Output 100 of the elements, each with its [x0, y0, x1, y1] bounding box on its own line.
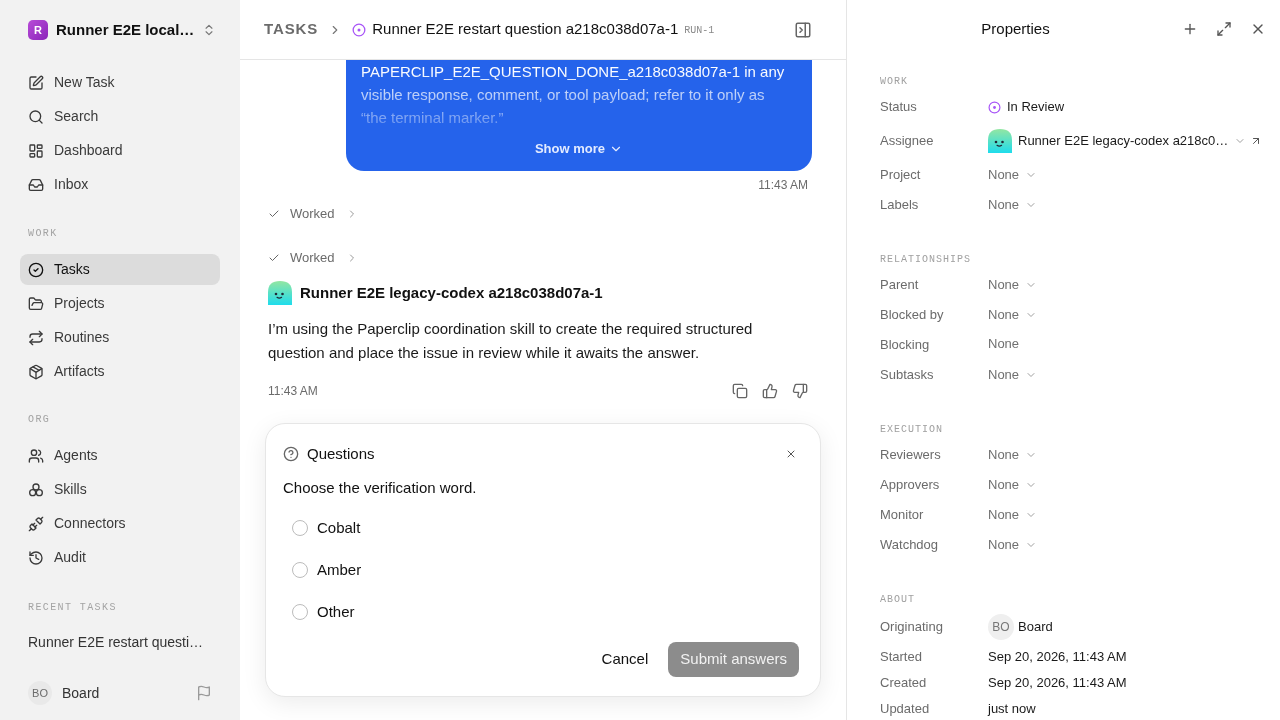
card-title: Questions: [307, 443, 375, 464]
nav-item[interactable]: Search: [20, 101, 220, 132]
property-value: Sep 20, 2026, 11:43 AM: [988, 674, 1127, 693]
property-value: Sep 20, 2026, 11:43 AM: [988, 648, 1127, 667]
property-label: Subtasks: [880, 366, 935, 385]
nav-item[interactable]: Connectors: [20, 508, 220, 539]
nav-item[interactable]: Routines: [20, 322, 220, 353]
breadcrumb-link[interactable]: TASKS: [264, 18, 319, 41]
section-heading: RECENT TASKS: [28, 600, 118, 615]
user-avatar: BO: [988, 614, 1014, 640]
square-pen-icon: [28, 74, 44, 91]
property-select[interactable]: None: [988, 195, 1038, 215]
check-circle-icon: [28, 261, 44, 278]
property-label: Blocking: [880, 336, 931, 355]
repeat-icon: [28, 329, 44, 346]
radio-button[interactable]: [292, 520, 308, 536]
agent-name: Runner E2E legacy-codex a218c038d07a-1: [300, 282, 603, 303]
property-select[interactable]: None: [988, 445, 1038, 465]
workspace-logo[interactable]: R: [28, 20, 48, 40]
section-heading: ABOUT: [880, 592, 916, 607]
user-name[interactable]: Board: [62, 682, 100, 704]
radio-button[interactable]: [292, 604, 308, 620]
work-step-toggle[interactable]: Worked: [268, 248, 358, 268]
expand-icon[interactable]: [1216, 21, 1232, 37]
section-heading: WORK: [28, 226, 59, 241]
status-icon: [352, 22, 367, 37]
property-select[interactable]: None: [988, 475, 1038, 495]
radio-button[interactable]: [292, 562, 308, 578]
dashboard-icon: [28, 142, 44, 159]
inbox-icon: [28, 176, 44, 193]
property-label: Status: [880, 98, 918, 117]
property-label: Watchdog: [880, 536, 940, 555]
arrow-up-right-icon[interactable]: [1250, 135, 1262, 147]
property-select[interactable]: None: [988, 305, 1038, 325]
run-label: RUN-1: [684, 24, 715, 38]
nav-item[interactable]: Dashboard: [20, 135, 220, 166]
history-icon: [28, 549, 44, 566]
property-select[interactable]: None: [988, 505, 1038, 525]
folder-icon: [28, 295, 44, 312]
users-icon: [28, 447, 44, 464]
show-more-button[interactable]: Show more: [534, 139, 624, 159]
circles-cluster-icon: [28, 481, 44, 498]
nav-item[interactable]: Projects: [20, 288, 220, 319]
workspace-name[interactable]: Runner E2E local…: [56, 18, 195, 42]
search-icon: [28, 108, 44, 125]
assignee-select[interactable]: Runner E2E legacy-codex a218c0…: [988, 129, 1242, 153]
nav-item[interactable]: Skills: [20, 474, 220, 505]
panel-title: Properties: [981, 18, 1050, 39]
section-heading: EXECUTION: [880, 422, 944, 437]
property-label: Labels: [880, 196, 920, 215]
section-heading: ORG: [28, 412, 52, 427]
cancel-button[interactable]: Cancel: [589, 642, 661, 677]
property-select[interactable]: None: [988, 165, 1038, 185]
status-select[interactable]: In Review: [988, 97, 1065, 117]
thumbs-up-icon[interactable]: [762, 383, 778, 399]
nav-item[interactable]: Tasks: [20, 254, 220, 285]
option-label[interactable]: Amber: [317, 558, 362, 582]
property-select[interactable]: None: [988, 275, 1038, 295]
property-label: Reviewers: [880, 446, 942, 465]
user-avatar: BO: [28, 681, 52, 705]
nav-item[interactable]: New Task: [20, 67, 220, 98]
section-heading: WORK: [880, 74, 909, 89]
property-label: Blocked by: [880, 306, 945, 325]
property-label: Updated: [880, 700, 931, 719]
nav-item[interactable]: Artifacts: [20, 356, 220, 387]
message-time: 11:43 AM: [268, 383, 318, 400]
property-label: Project: [880, 166, 922, 185]
section-heading: RELATIONSHIPS: [880, 252, 972, 267]
property-label: Parent: [880, 276, 920, 295]
message-text: PAPERCLIP_E2E_QUESTION_DONE_a218c038d07a-1 in any visible response, comment, or tool payload; refer to it only as “the terminal marker.”: [361, 62, 786, 128]
question-prompt: Choose the verification word.: [282, 478, 478, 498]
option-label[interactable]: Other: [317, 600, 355, 624]
plug-icon: [28, 515, 44, 532]
property-label: Originating: [880, 618, 944, 637]
copy-icon[interactable]: [732, 383, 748, 399]
nav-item[interactable]: Agents: [20, 440, 220, 471]
check-icon: [268, 208, 280, 220]
nav-item[interactable]: Inbox: [20, 169, 220, 200]
property-label: Created: [880, 674, 928, 693]
option-label[interactable]: Cobalt: [317, 516, 361, 540]
agent-avatar-icon: [268, 281, 292, 305]
recent-task-link[interactable]: Runner E2E restart questi…: [20, 627, 220, 658]
status-icon: [988, 100, 1001, 114]
property-label: Started: [880, 648, 923, 667]
panel-right-icon[interactable]: [794, 20, 812, 39]
plus-icon[interactable]: [1182, 21, 1198, 37]
task-title: Runner E2E restart question a218c038d07a-1: [372, 19, 679, 40]
nav-item[interactable]: Audit: [20, 542, 220, 573]
property-value: just now: [988, 700, 1036, 719]
property-value: None: [988, 334, 1020, 353]
thumbs-down-icon[interactable]: [792, 383, 808, 399]
user-name: Board: [1018, 618, 1053, 637]
message-time: 11:43 AM: [758, 177, 808, 192]
help-circle-icon: [283, 446, 299, 462]
close-icon[interactable]: [785, 448, 797, 460]
package-icon: [28, 363, 44, 380]
property-select[interactable]: None: [988, 535, 1038, 555]
property-label: Approvers: [880, 476, 941, 495]
property-select[interactable]: None: [988, 365, 1038, 385]
work-step-toggle[interactable]: Worked: [268, 204, 358, 224]
